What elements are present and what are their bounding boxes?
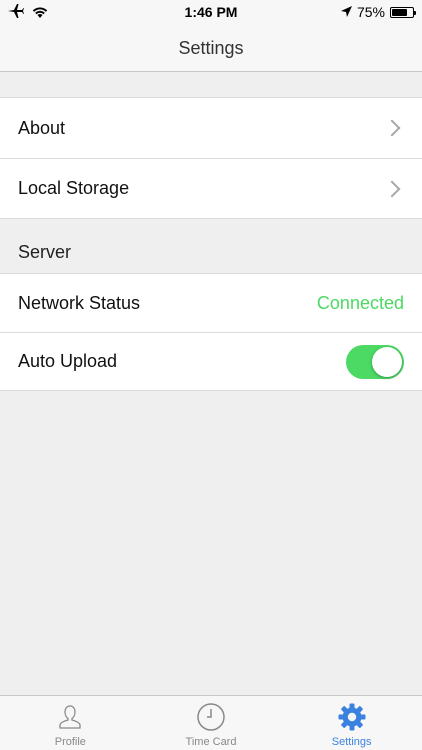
auto-upload-label: Auto Upload bbox=[18, 351, 118, 371]
battery-fill bbox=[392, 8, 407, 16]
network-status-row: Network Status Connected bbox=[0, 274, 422, 332]
battery-icon bbox=[390, 6, 416, 18]
profile-icon bbox=[59, 705, 81, 729]
tab-profile[interactable]: Profile bbox=[0, 696, 141, 750]
general-settings-group: About Local Storage bbox=[0, 97, 422, 219]
chevron-right-icon bbox=[383, 119, 401, 137]
auto-upload-row: Auto Upload bbox=[0, 332, 422, 390]
auto-upload-toggle[interactable] bbox=[346, 344, 404, 379]
gear-icon bbox=[338, 703, 366, 731]
page-title: Settings bbox=[178, 38, 244, 58]
network-status-value: Connected bbox=[316, 292, 404, 313]
tab-settings[interactable]: Settings bbox=[281, 696, 422, 750]
nav-bar: Settings bbox=[0, 24, 422, 72]
toggle-knob bbox=[372, 346, 402, 377]
battery-percent: 75% bbox=[356, 4, 385, 20]
tab-time-card[interactable]: Time Card bbox=[141, 696, 282, 750]
server-settings-group: Network Status Connected Auto Upload bbox=[0, 273, 422, 391]
about-row[interactable]: About bbox=[0, 98, 422, 158]
clock-icon bbox=[197, 703, 225, 731]
local-storage-row[interactable]: Local Storage bbox=[0, 158, 422, 218]
status-right: 75% bbox=[340, 4, 416, 20]
about-label: About bbox=[18, 117, 66, 138]
local-storage-label: Local Storage bbox=[18, 178, 130, 198]
settings-screen: 1:46 PM 75% Settings About Local Storage… bbox=[0, 0, 422, 750]
tab-time-card-label: Time Card bbox=[185, 736, 237, 748]
status-bar: 1:46 PM 75% bbox=[0, 0, 422, 24]
tab-profile-label: Profile bbox=[54, 736, 86, 748]
tab-settings-label: Settings bbox=[331, 736, 372, 748]
network-status-label: Network Status bbox=[18, 292, 141, 313]
server-section-header: Server bbox=[18, 242, 72, 262]
chevron-right-icon bbox=[383, 180, 401, 197]
tab-bar: Profile Time Card Settings bbox=[0, 695, 422, 750]
location-arrow-icon bbox=[340, 4, 352, 20]
